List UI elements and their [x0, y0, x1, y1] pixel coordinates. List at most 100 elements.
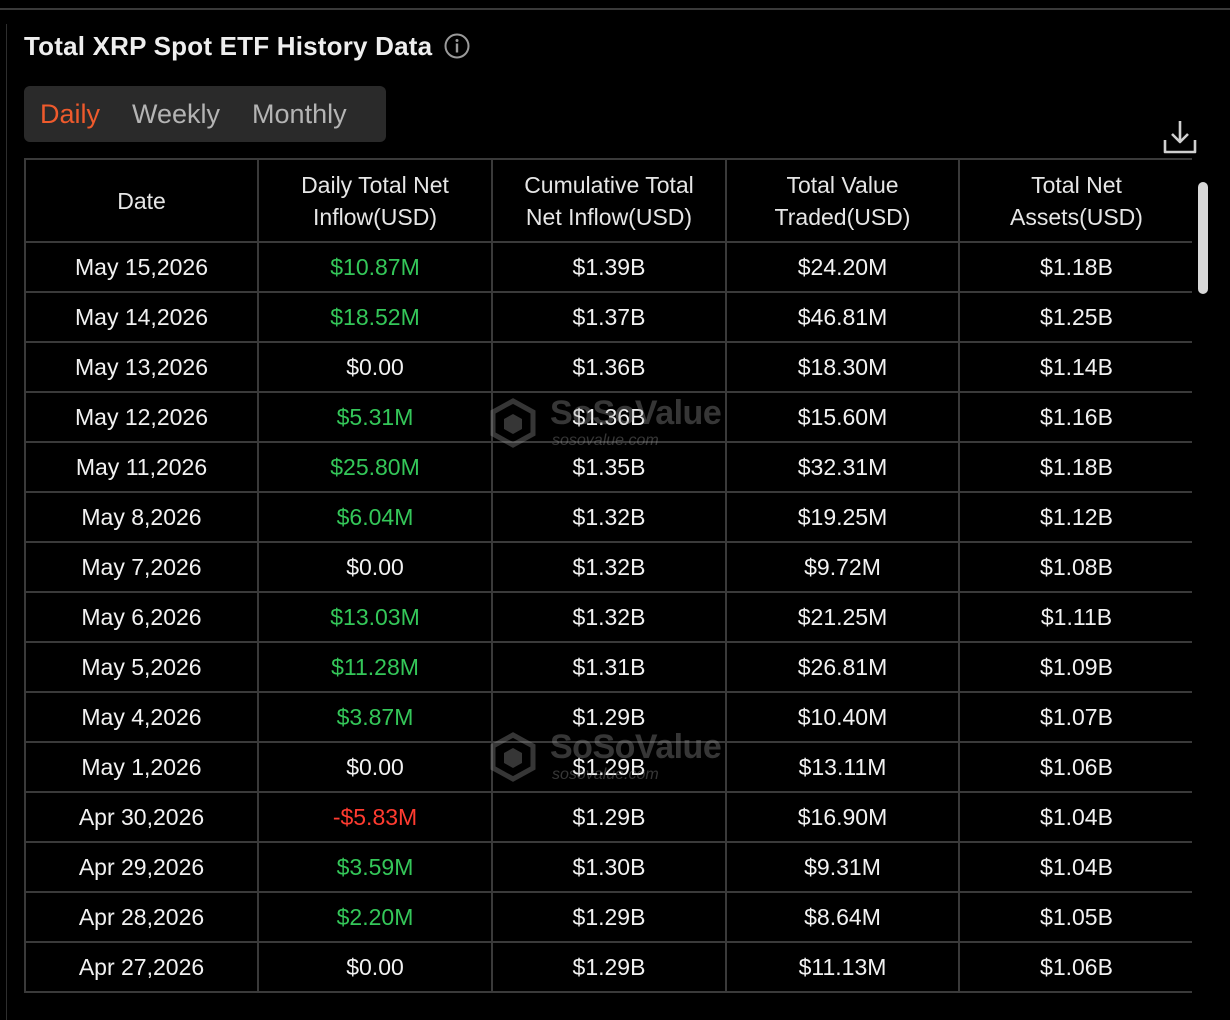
total-value-traded-cell: $32.31M — [726, 442, 960, 493]
total-value-traded-cell: $19.25M — [726, 492, 960, 543]
daily-net-inflow-cell: $11.28M — [258, 642, 493, 693]
table-row[interactable]: Apr 30,2026 -$5.83M $1.29B $16.90M $1.04B — [24, 792, 1192, 843]
column-header-total-net-assets: Total Net Assets(USD) — [959, 158, 1192, 243]
cumulative-net-inflow-cell: $1.36B — [492, 342, 727, 393]
table-row[interactable]: May 4,2026 $3.87M $1.29B $10.40M $1.07B — [24, 692, 1192, 743]
total-value-traded-cell: $46.81M — [726, 292, 960, 343]
total-net-assets-cell: $1.08B — [959, 542, 1192, 593]
cumulative-net-inflow-cell: $1.31B — [492, 642, 727, 693]
daily-net-inflow-cell: $0.00 — [258, 542, 493, 593]
date-cell: May 15,2026 — [24, 242, 259, 293]
total-net-assets-cell: $1.18B — [959, 242, 1192, 293]
table-row[interactable]: May 6,2026 $13.03M $1.32B $21.25M $1.11B — [24, 592, 1192, 643]
column-header-line: Total Value — [786, 171, 899, 198]
total-value-traded-cell: $10.40M — [726, 692, 960, 743]
table-row[interactable]: May 15,2026 $10.87M $1.39B $24.20M $1.18B — [24, 242, 1192, 293]
total-net-assets-cell: $1.12B — [959, 492, 1192, 543]
total-net-assets-cell: $1.09B — [959, 642, 1192, 693]
tab-monthly[interactable]: Monthly — [236, 99, 363, 130]
date-cell: May 13,2026 — [24, 342, 259, 393]
cumulative-net-inflow-cell: $1.32B — [492, 542, 727, 593]
column-header-date: Date — [24, 158, 259, 243]
scrollbar-thumb[interactable] — [1198, 182, 1208, 294]
cumulative-net-inflow-cell: $1.29B — [492, 692, 727, 743]
date-cell: May 6,2026 — [24, 592, 259, 643]
total-value-traded-cell: $11.13M — [726, 942, 960, 993]
daily-net-inflow-cell: -$5.83M — [258, 792, 493, 843]
total-value-traded-cell: $9.31M — [726, 842, 960, 893]
daily-net-inflow-cell: $5.31M — [258, 392, 493, 443]
column-header-daily-net-inflow: Daily Total Net Inflow(USD) — [258, 158, 493, 243]
date-cell: Apr 30,2026 — [24, 792, 259, 843]
daily-net-inflow-cell: $0.00 — [258, 942, 493, 993]
column-header-line: Date — [117, 187, 166, 214]
total-value-traded-cell: $15.60M — [726, 392, 960, 443]
table-row[interactable]: May 7,2026 $0.00 $1.32B $9.72M $1.08B — [24, 542, 1192, 593]
daily-net-inflow-cell: $6.04M — [258, 492, 493, 543]
total-net-assets-cell: $1.04B — [959, 842, 1192, 893]
total-net-assets-cell: $1.05B — [959, 892, 1192, 943]
top-divider — [0, 8, 1230, 10]
column-header-cumulative-net-inflow: Cumulative Total Net Inflow(USD) — [492, 158, 727, 243]
cumulative-net-inflow-cell: $1.36B — [492, 392, 727, 443]
column-header-line: Daily Total Net — [301, 171, 449, 198]
total-value-traded-cell: $21.25M — [726, 592, 960, 643]
cumulative-net-inflow-cell: $1.29B — [492, 792, 727, 843]
column-header-total-value-traded: Total Value Traded(USD) — [726, 158, 960, 243]
cumulative-net-inflow-cell: $1.39B — [492, 242, 727, 293]
daily-net-inflow-cell: $18.52M — [258, 292, 493, 343]
tab-daily[interactable]: Daily — [24, 99, 116, 130]
total-net-assets-cell: $1.25B — [959, 292, 1192, 343]
period-tabs: Daily Weekly Monthly — [24, 86, 386, 142]
date-cell: May 14,2026 — [24, 292, 259, 343]
cumulative-net-inflow-cell: $1.29B — [492, 742, 727, 793]
total-net-assets-cell: $1.06B — [959, 942, 1192, 993]
total-value-traded-cell: $9.72M — [726, 542, 960, 593]
daily-net-inflow-cell: $25.80M — [258, 442, 493, 493]
total-net-assets-cell: $1.14B — [959, 342, 1192, 393]
history-table-container[interactable]: Date Daily Total Net Inflow(USD) Cumulative… — [24, 158, 1192, 996]
table-row[interactable]: May 11,2026 $25.80M $1.35B $32.31M $1.18B — [24, 442, 1192, 493]
cumulative-net-inflow-cell: $1.29B — [492, 942, 727, 993]
daily-net-inflow-cell: $13.03M — [258, 592, 493, 643]
table-row[interactable]: May 1,2026 $0.00 $1.29B $13.11M $1.06B — [24, 742, 1192, 793]
total-net-assets-cell: $1.18B — [959, 442, 1192, 493]
total-net-assets-cell: $1.16B — [959, 392, 1192, 443]
daily-net-inflow-cell: $0.00 — [258, 742, 493, 793]
column-header-line: Cumulative Total — [524, 171, 694, 198]
total-value-traded-cell: $24.20M — [726, 242, 960, 293]
table-row[interactable]: May 12,2026 $5.31M $1.36B $15.60M $1.16B — [24, 392, 1192, 443]
cumulative-net-inflow-cell: $1.37B — [492, 292, 727, 343]
table-row[interactable]: Apr 29,2026 $3.59M $1.30B $9.31M $1.04B — [24, 842, 1192, 893]
date-cell: May 12,2026 — [24, 392, 259, 443]
date-cell: May 7,2026 — [24, 542, 259, 593]
cumulative-net-inflow-cell: $1.30B — [492, 842, 727, 893]
total-net-assets-cell: $1.07B — [959, 692, 1192, 743]
table-row[interactable]: May 8,2026 $6.04M $1.32B $19.25M $1.12B — [24, 492, 1192, 543]
table-row[interactable]: May 13,2026 $0.00 $1.36B $18.30M $1.14B — [24, 342, 1192, 393]
total-value-traded-cell: $18.30M — [726, 342, 960, 393]
download-icon[interactable] — [1162, 118, 1198, 156]
scrollbar-track[interactable] — [1194, 182, 1208, 992]
total-value-traded-cell: $13.11M — [726, 742, 960, 793]
date-cell: Apr 27,2026 — [24, 942, 259, 993]
total-value-traded-cell: $8.64M — [726, 892, 960, 943]
table-row[interactable]: May 5,2026 $11.28M $1.31B $26.81M $1.09B — [24, 642, 1192, 693]
table-row[interactable]: Apr 27,2026 $0.00 $1.29B $11.13M $1.06B — [24, 942, 1192, 993]
total-net-assets-cell: $1.04B — [959, 792, 1192, 843]
date-cell: May 8,2026 — [24, 492, 259, 543]
column-header-line: Traded(USD) — [774, 203, 911, 230]
page-title: Total XRP Spot ETF History Data — [24, 30, 433, 61]
total-net-assets-cell: $1.11B — [959, 592, 1192, 643]
tab-weekly[interactable]: Weekly — [116, 99, 236, 130]
cumulative-net-inflow-cell: $1.29B — [492, 892, 727, 943]
total-value-traded-cell: $26.81M — [726, 642, 960, 693]
info-icon[interactable] — [444, 33, 470, 59]
column-header-line: Assets(USD) — [1010, 203, 1143, 230]
daily-net-inflow-cell: $2.20M — [258, 892, 493, 943]
table-row[interactable]: May 14,2026 $18.52M $1.37B $46.81M $1.25B — [24, 292, 1192, 343]
total-value-traded-cell: $16.90M — [726, 792, 960, 843]
column-header-line: Total Net — [1031, 171, 1122, 198]
table-row[interactable]: Apr 28,2026 $2.20M $1.29B $8.64M $1.05B — [24, 892, 1192, 943]
daily-net-inflow-cell: $0.00 — [258, 342, 493, 393]
